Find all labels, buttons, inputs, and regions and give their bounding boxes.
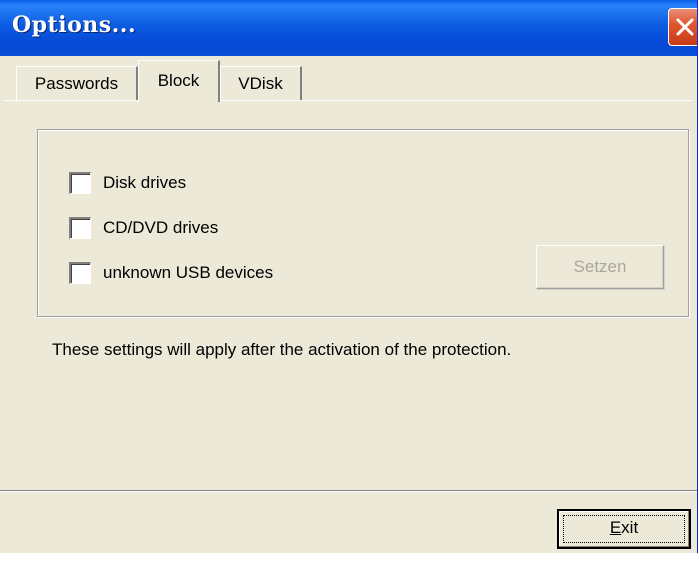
tab-block-label: Block (157, 71, 200, 90)
footer-separator-highlight (0, 491, 697, 492)
tab-vdisk[interactable]: VDisk (220, 66, 302, 100)
close-icon (676, 18, 694, 36)
title-bar[interactable]: Options... (0, 0, 697, 56)
tab-block[interactable]: Block (138, 60, 220, 102)
close-button[interactable] (668, 8, 697, 46)
tab-vdisk-label: VDisk (238, 74, 283, 93)
tab-passwords-label: Passwords (34, 74, 119, 93)
exit-button[interactable]: Exit (557, 509, 691, 549)
options-window: Options... Passwords Block VDisk Disk dr… (0, 0, 698, 553)
tab-passwords[interactable]: Passwords (16, 66, 138, 100)
window-title: Options... (12, 12, 137, 38)
block-tab-pane (4, 100, 692, 491)
exit-button-label: Exit (609, 518, 639, 537)
